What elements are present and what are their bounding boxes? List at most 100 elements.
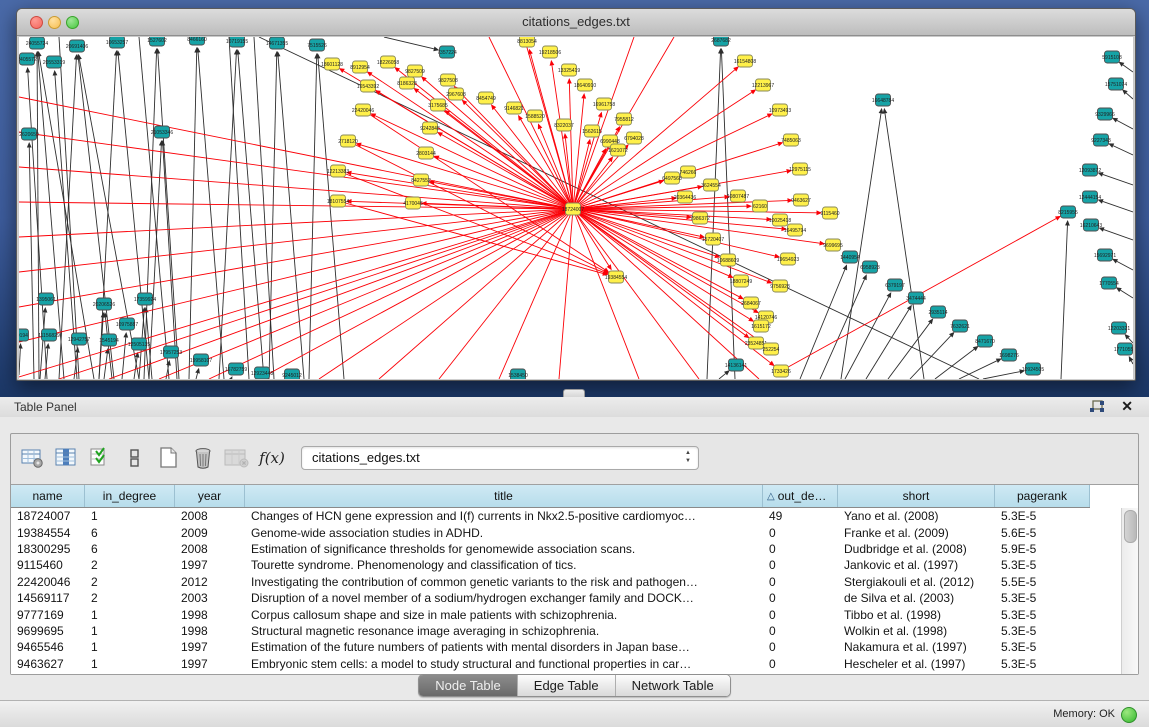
graph-node-label: 6958923 [860, 265, 880, 271]
graph-node-label: 3624554 [701, 183, 721, 189]
memory-status-led[interactable] [1121, 707, 1137, 723]
table-row[interactable]: 2242004622012Investigating the contribut… [11, 574, 1121, 590]
graph-node-label: 15692971 [1094, 253, 1116, 259]
graph-edge [269, 56, 277, 379]
network-graph-canvas[interactable]: 1872400718601128891295418226058982750981… [19, 37, 1133, 379]
tab-edge-table[interactable]: Edge Table [518, 675, 616, 696]
column-header-pagerank[interactable]: pagerank [995, 485, 1090, 507]
graph-edge [259, 209, 573, 379]
graph-node-label: 2684067 [741, 301, 761, 307]
cell-out_de: 0 [763, 575, 838, 589]
table-row[interactable]: 969969511998Structural magnetic resonanc… [11, 623, 1121, 639]
graph-node-label: 19384554 [605, 275, 627, 281]
column-header-out_de[interactable]: △out_de… [763, 485, 838, 507]
graph-node-label: 15720407 [702, 237, 724, 243]
select-columns-icon[interactable] [85, 443, 117, 473]
cell-year: 2008 [175, 509, 245, 523]
table-row[interactable]: 1938455462009Genome-wide association stu… [11, 524, 1121, 540]
table-selector-dropdown[interactable]: citations_edges.txt ▲ ▼ [301, 446, 699, 470]
table-row[interactable]: 911546021997Tourette syndrome. Phenomeno… [11, 557, 1121, 573]
table-row[interactable]: 946554611997Estimation of the future num… [11, 639, 1121, 655]
column-header-short[interactable]: short [838, 485, 995, 507]
row-height-icon[interactable] [119, 443, 151, 473]
graph-node-label: 12942757 [68, 337, 90, 343]
desktop-background: citations_edges.txt 18724007186011288912… [0, 0, 1149, 397]
graph-node-label: 8427552 [411, 178, 431, 184]
graph-node-label: 10973493 [769, 108, 791, 114]
graph-edge-arrowhead [567, 78, 572, 84]
graph-edge [380, 93, 573, 209]
cell-short: Jankovic et al. (1997) [838, 558, 995, 572]
cell-name: 18724007 [11, 509, 85, 523]
graph-node-label: 14671355 [266, 41, 288, 47]
new-table-icon[interactable] [153, 443, 185, 473]
cell-in_degree: 1 [85, 624, 175, 638]
graph-edge [1120, 290, 1133, 298]
vertical-scrollbar[interactable] [1121, 508, 1138, 674]
graph-edge-arrowhead [928, 318, 933, 324]
graph-node-label: 10975887 [116, 322, 138, 328]
table-settings-icon[interactable] [17, 443, 49, 473]
scrollbar-thumb[interactable] [1124, 510, 1137, 543]
column-header-name[interactable]: name [11, 485, 85, 507]
graph-edge-arrowhead [53, 70, 58, 76]
cell-pagerank: 5.3E-5 [995, 640, 1090, 654]
graph-node-label: 21053346 [151, 130, 173, 136]
graph-edge [1117, 120, 1133, 129]
graph-edge [1103, 174, 1133, 185]
graph-node-label: 24055724 [26, 41, 48, 47]
cell-pagerank: 5.6E-5 [995, 526, 1090, 540]
import-table-icon[interactable] [221, 443, 253, 473]
graph-node-label: 17957253 [160, 350, 182, 356]
graph-node-label: 17710554 [1114, 347, 1133, 353]
graph-edge-arrowhead [769, 361, 775, 366]
cell-out_de: 0 [763, 542, 838, 556]
cell-name: 9777169 [11, 608, 85, 622]
cell-short: Yano et al. (2008) [838, 509, 995, 523]
float-panel-icon[interactable] [1089, 400, 1105, 414]
cell-name: 9465546 [11, 640, 85, 654]
cell-pagerank: 5.3E-5 [995, 657, 1090, 671]
cell-year: 2003 [175, 591, 245, 605]
graph-edge-arrowhead [563, 133, 568, 139]
graph-node-label: 19218506 [539, 50, 561, 56]
function-builder-icon[interactable]: f(x) [255, 443, 289, 473]
graph-edge-arrowhead [528, 49, 533, 55]
table-row[interactable]: 1872400712008Changes of HCN gene express… [11, 508, 1121, 524]
cell-short: Wolkin et al. (1998) [838, 624, 995, 638]
table-row[interactable]: 977716911998Corpus callosum shape and si… [11, 606, 1121, 622]
graph-edge [888, 323, 930, 379]
graph-edge-arrowhead [598, 112, 603, 118]
table-row[interactable]: 1456911722003Disruption of a novel membe… [11, 590, 1121, 606]
graph-edge [319, 209, 573, 379]
graph-node-label: 2967608 [446, 92, 466, 98]
graph-edge [573, 209, 699, 379]
graph-edge [719, 374, 726, 379]
column-header-in_degree[interactable]: in_degree [85, 485, 175, 507]
cell-out_de: 0 [763, 526, 838, 540]
graph-edge-arrowhead [607, 264, 612, 270]
cell-out_de: 0 [763, 591, 838, 605]
tab-node-table[interactable]: Node Table [419, 675, 518, 696]
graph-edge [29, 147, 34, 379]
graph-edge [384, 37, 434, 49]
graph-edge [1128, 338, 1133, 343]
cell-pagerank: 5.3E-5 [995, 509, 1090, 523]
close-panel-icon[interactable]: ✕ [1121, 398, 1133, 415]
graph-edge [959, 361, 997, 379]
graph-node-label: 17359924 [134, 297, 156, 303]
window-titlebar[interactable]: citations_edges.txt [17, 9, 1135, 36]
graph-node-label: 6794028 [624, 136, 644, 142]
delete-table-icon[interactable] [187, 443, 219, 473]
show-columns-icon[interactable] [51, 443, 83, 473]
graph-edge [149, 145, 161, 379]
window-title: citations_edges.txt [17, 14, 1135, 29]
cell-short: Nakamura et al. (1997) [838, 640, 995, 654]
column-header-title[interactable]: title [245, 485, 763, 507]
table-row[interactable]: 946362711997Embryonic stem cells: a mode… [11, 656, 1121, 672]
column-header-year[interactable]: year [175, 485, 245, 507]
cell-in_degree: 1 [85, 509, 175, 523]
table-row[interactable]: 1830029562008Estimation of significance … [11, 541, 1121, 557]
graph-edge-arrowhead [491, 104, 496, 110]
tab-network-table[interactable]: Network Table [616, 675, 730, 696]
